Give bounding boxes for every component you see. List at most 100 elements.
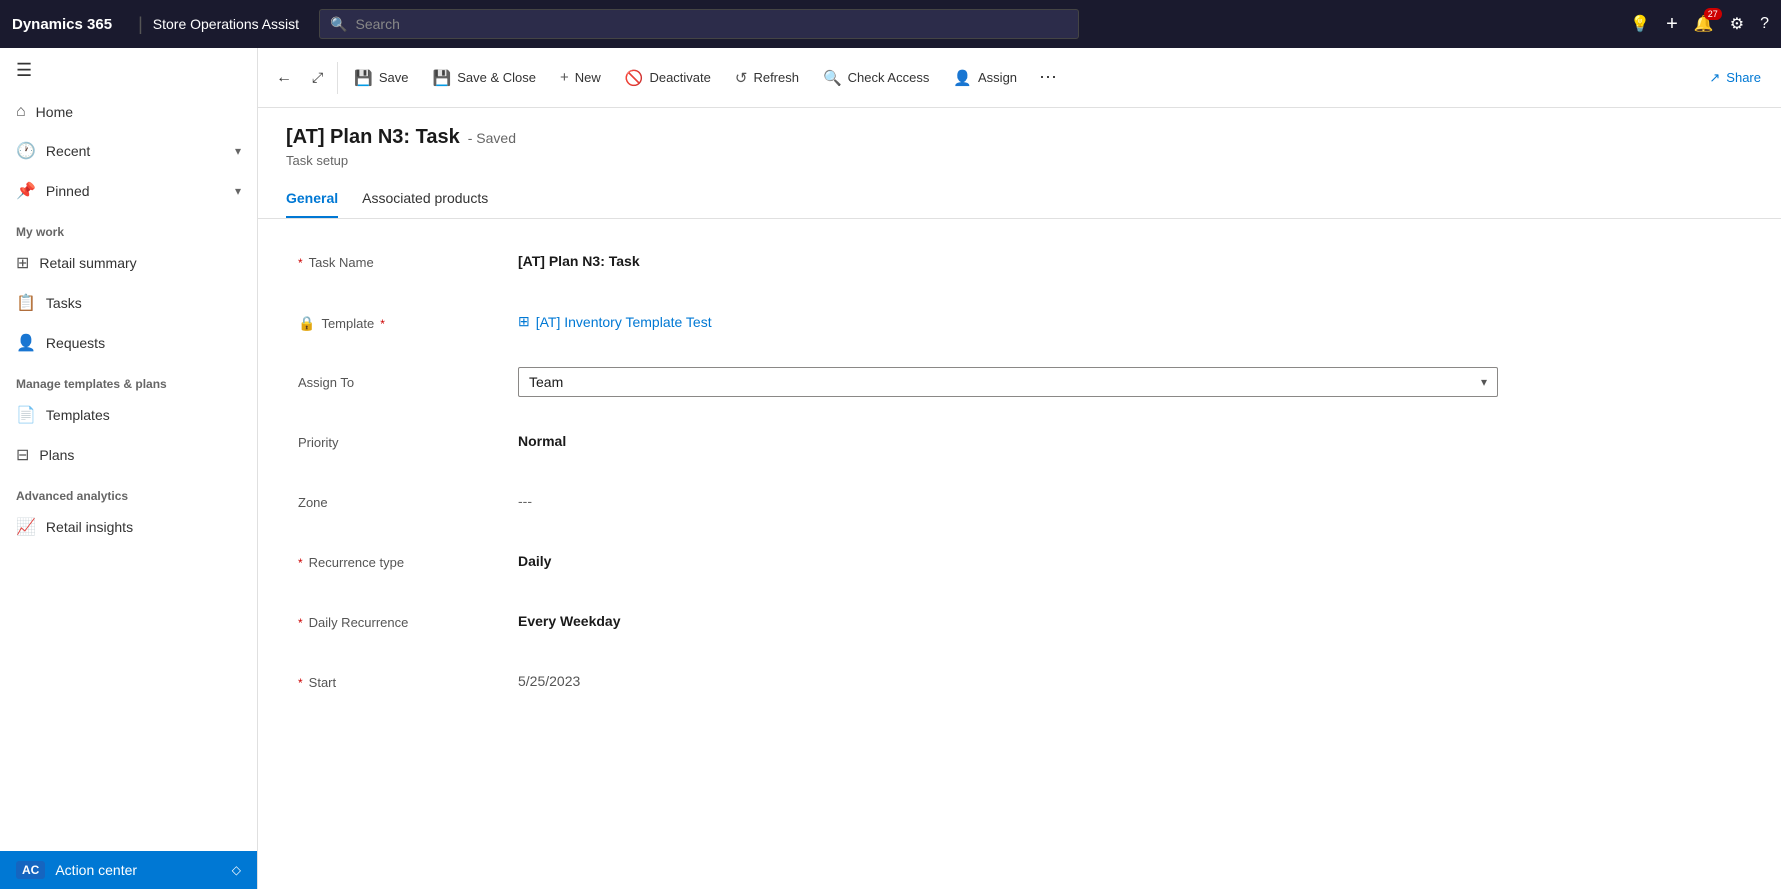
sidebar-item-tasks[interactable]: 📋 Tasks: [0, 283, 257, 323]
app-layout: ☰ ⌂ Home 🕐 Recent ▾ 📌 Pinned ▾ My work ⊞…: [0, 48, 1781, 889]
sidebar-requests-label: Requests: [46, 335, 105, 351]
deactivate-icon: 🚫: [625, 69, 644, 87]
top-nav-icons: 💡 + 🔔 27 ⚙ ?: [1630, 13, 1769, 36]
share-icon: ↗: [1709, 70, 1720, 86]
task-name-label: * Task Name: [298, 247, 518, 270]
deactivate-label: Deactivate: [649, 70, 710, 85]
hamburger-menu[interactable]: ☰: [0, 48, 257, 93]
help-icon[interactable]: ?: [1760, 15, 1769, 33]
toolbar-separator-1: [337, 62, 338, 94]
chevron-down-icon-2: ▾: [235, 184, 241, 198]
form-title-text: [AT] Plan N3: Task: [286, 126, 460, 149]
new-label: New: [575, 70, 601, 85]
sidebar-tasks-label: Tasks: [46, 295, 82, 311]
sidebar-pinned-label: Pinned: [46, 183, 90, 199]
new-icon: +: [560, 69, 569, 86]
lock-icon: 🔒: [298, 315, 315, 332]
main-content: ← ⤢ 💾 Save 💾 Save & Close + New 🚫 Deacti…: [258, 48, 1781, 889]
refresh-label: Refresh: [753, 70, 799, 85]
sidebar-item-action-center[interactable]: AC Action center ◇: [0, 851, 257, 889]
search-input[interactable]: [356, 16, 1069, 32]
save-icon: 💾: [354, 69, 373, 87]
recurrence-type-required: *: [298, 556, 303, 570]
check-access-button[interactable]: 🔍 Check Access: [811, 48, 941, 107]
expand-button[interactable]: ⤢: [302, 61, 333, 94]
daily-recurrence-value: Every Weekday: [518, 607, 1741, 629]
templates-icon: 📄: [16, 405, 36, 425]
section-mywork: My work: [0, 211, 257, 243]
sidebar-item-recent[interactable]: 🕐 Recent ▾: [0, 131, 257, 171]
plus-icon[interactable]: +: [1666, 13, 1678, 36]
start-required: *: [298, 676, 303, 690]
tab-associated-products[interactable]: Associated products: [362, 180, 488, 218]
save-button[interactable]: 💾 Save: [342, 48, 420, 107]
chevron-down-icon: ▾: [235, 144, 241, 158]
share-button[interactable]: ↗ Share: [1697, 64, 1773, 92]
plans-icon: ⊟: [16, 445, 29, 465]
task-name-value: [AT] Plan N3: Task: [518, 247, 1741, 269]
tasks-icon: 📋: [16, 293, 36, 313]
refresh-button[interactable]: ↺ Refresh: [723, 48, 811, 107]
check-access-icon: 🔍: [823, 69, 842, 87]
sidebar-item-retail-insights[interactable]: 📈 Retail insights: [0, 507, 257, 547]
search-bar[interactable]: 🔍: [319, 9, 1079, 39]
task-name-row: * Task Name [AT] Plan N3: Task: [298, 247, 1741, 283]
sidebar-item-plans[interactable]: ⊟ Plans: [0, 435, 257, 475]
sidebar: ☰ ⌂ Home 🕐 Recent ▾ 📌 Pinned ▾ My work ⊞…: [0, 48, 258, 889]
deactivate-button[interactable]: 🚫 Deactivate: [613, 48, 723, 107]
sidebar-recent-label: Recent: [46, 143, 90, 159]
sidebar-item-home[interactable]: ⌂ Home: [0, 93, 257, 131]
save-close-button[interactable]: 💾 Save & Close: [421, 48, 548, 107]
assign-to-value: Team: [529, 374, 563, 390]
start-date-text: 5/25/2023: [518, 673, 580, 689]
new-button[interactable]: + New: [548, 48, 613, 107]
zone-row: Zone ---: [298, 487, 1741, 523]
share-label: Share: [1726, 70, 1761, 85]
assign-button[interactable]: 👤 Assign: [941, 48, 1029, 107]
sidebar-templates-label: Templates: [46, 407, 110, 423]
back-button[interactable]: ←: [266, 61, 302, 95]
nav-divider: |: [128, 14, 153, 35]
template-link-text: [AT] Inventory Template Test: [536, 314, 712, 330]
daily-recurrence-row: * Daily Recurrence Every Weekday: [298, 607, 1741, 643]
sidebar-plans-label: Plans: [39, 447, 74, 463]
start-value: 5/25/2023: [518, 667, 1741, 689]
form-title: [AT] Plan N3: Task - Saved: [286, 126, 1753, 149]
refresh-icon: ↺: [735, 69, 748, 87]
check-access-label: Check Access: [848, 70, 930, 85]
recent-icon: 🕐: [16, 141, 36, 161]
recurrence-type-label: * Recurrence type: [298, 547, 518, 570]
action-center-icon: AC: [16, 861, 45, 879]
assign-to-dropdown[interactable]: Team ▾: [518, 367, 1498, 397]
form-subtitle: Task setup: [286, 153, 1753, 168]
sidebar-home-label: Home: [36, 104, 73, 120]
retail-insights-icon: 📈: [16, 517, 36, 537]
zone-value: ---: [518, 487, 1741, 509]
action-center-chevron: ◇: [232, 863, 241, 877]
template-value[interactable]: ⊞ [AT] Inventory Template Test: [518, 307, 1741, 330]
sidebar-item-requests[interactable]: 👤 Requests: [0, 323, 257, 363]
sidebar-retail-summary-label: Retail summary: [39, 255, 136, 271]
priority-label: Priority: [298, 427, 518, 450]
notification-icon[interactable]: 🔔 27: [1694, 14, 1714, 34]
priority-row: Priority Normal: [298, 427, 1741, 463]
section-analytics: Advanced analytics: [0, 475, 257, 507]
save-close-icon: 💾: [433, 69, 452, 87]
app-name: Store Operations Assist: [153, 16, 299, 32]
retail-summary-icon: ⊞: [16, 253, 29, 273]
more-options-button[interactable]: ⋯: [1029, 61, 1067, 94]
sidebar-item-templates[interactable]: 📄 Templates: [0, 395, 257, 435]
template-link-icon: ⊞: [518, 313, 530, 330]
assign-to-row: Assign To Team ▾: [298, 367, 1741, 403]
lightbulb-icon[interactable]: 💡: [1630, 14, 1650, 34]
form-tabs: General Associated products: [258, 180, 1781, 219]
assign-to-field-container: Team ▾: [518, 367, 1498, 397]
tab-general[interactable]: General: [286, 180, 338, 218]
brand-name: Dynamics 365: [12, 16, 128, 33]
sidebar-item-retail-summary[interactable]: ⊞ Retail summary: [0, 243, 257, 283]
settings-icon[interactable]: ⚙: [1730, 14, 1744, 34]
assign-to-chevron-icon: ▾: [1481, 375, 1487, 389]
requests-icon: 👤: [16, 333, 36, 353]
assign-to-label: Assign To: [298, 367, 518, 390]
sidebar-item-pinned[interactable]: 📌 Pinned ▾: [0, 171, 257, 211]
